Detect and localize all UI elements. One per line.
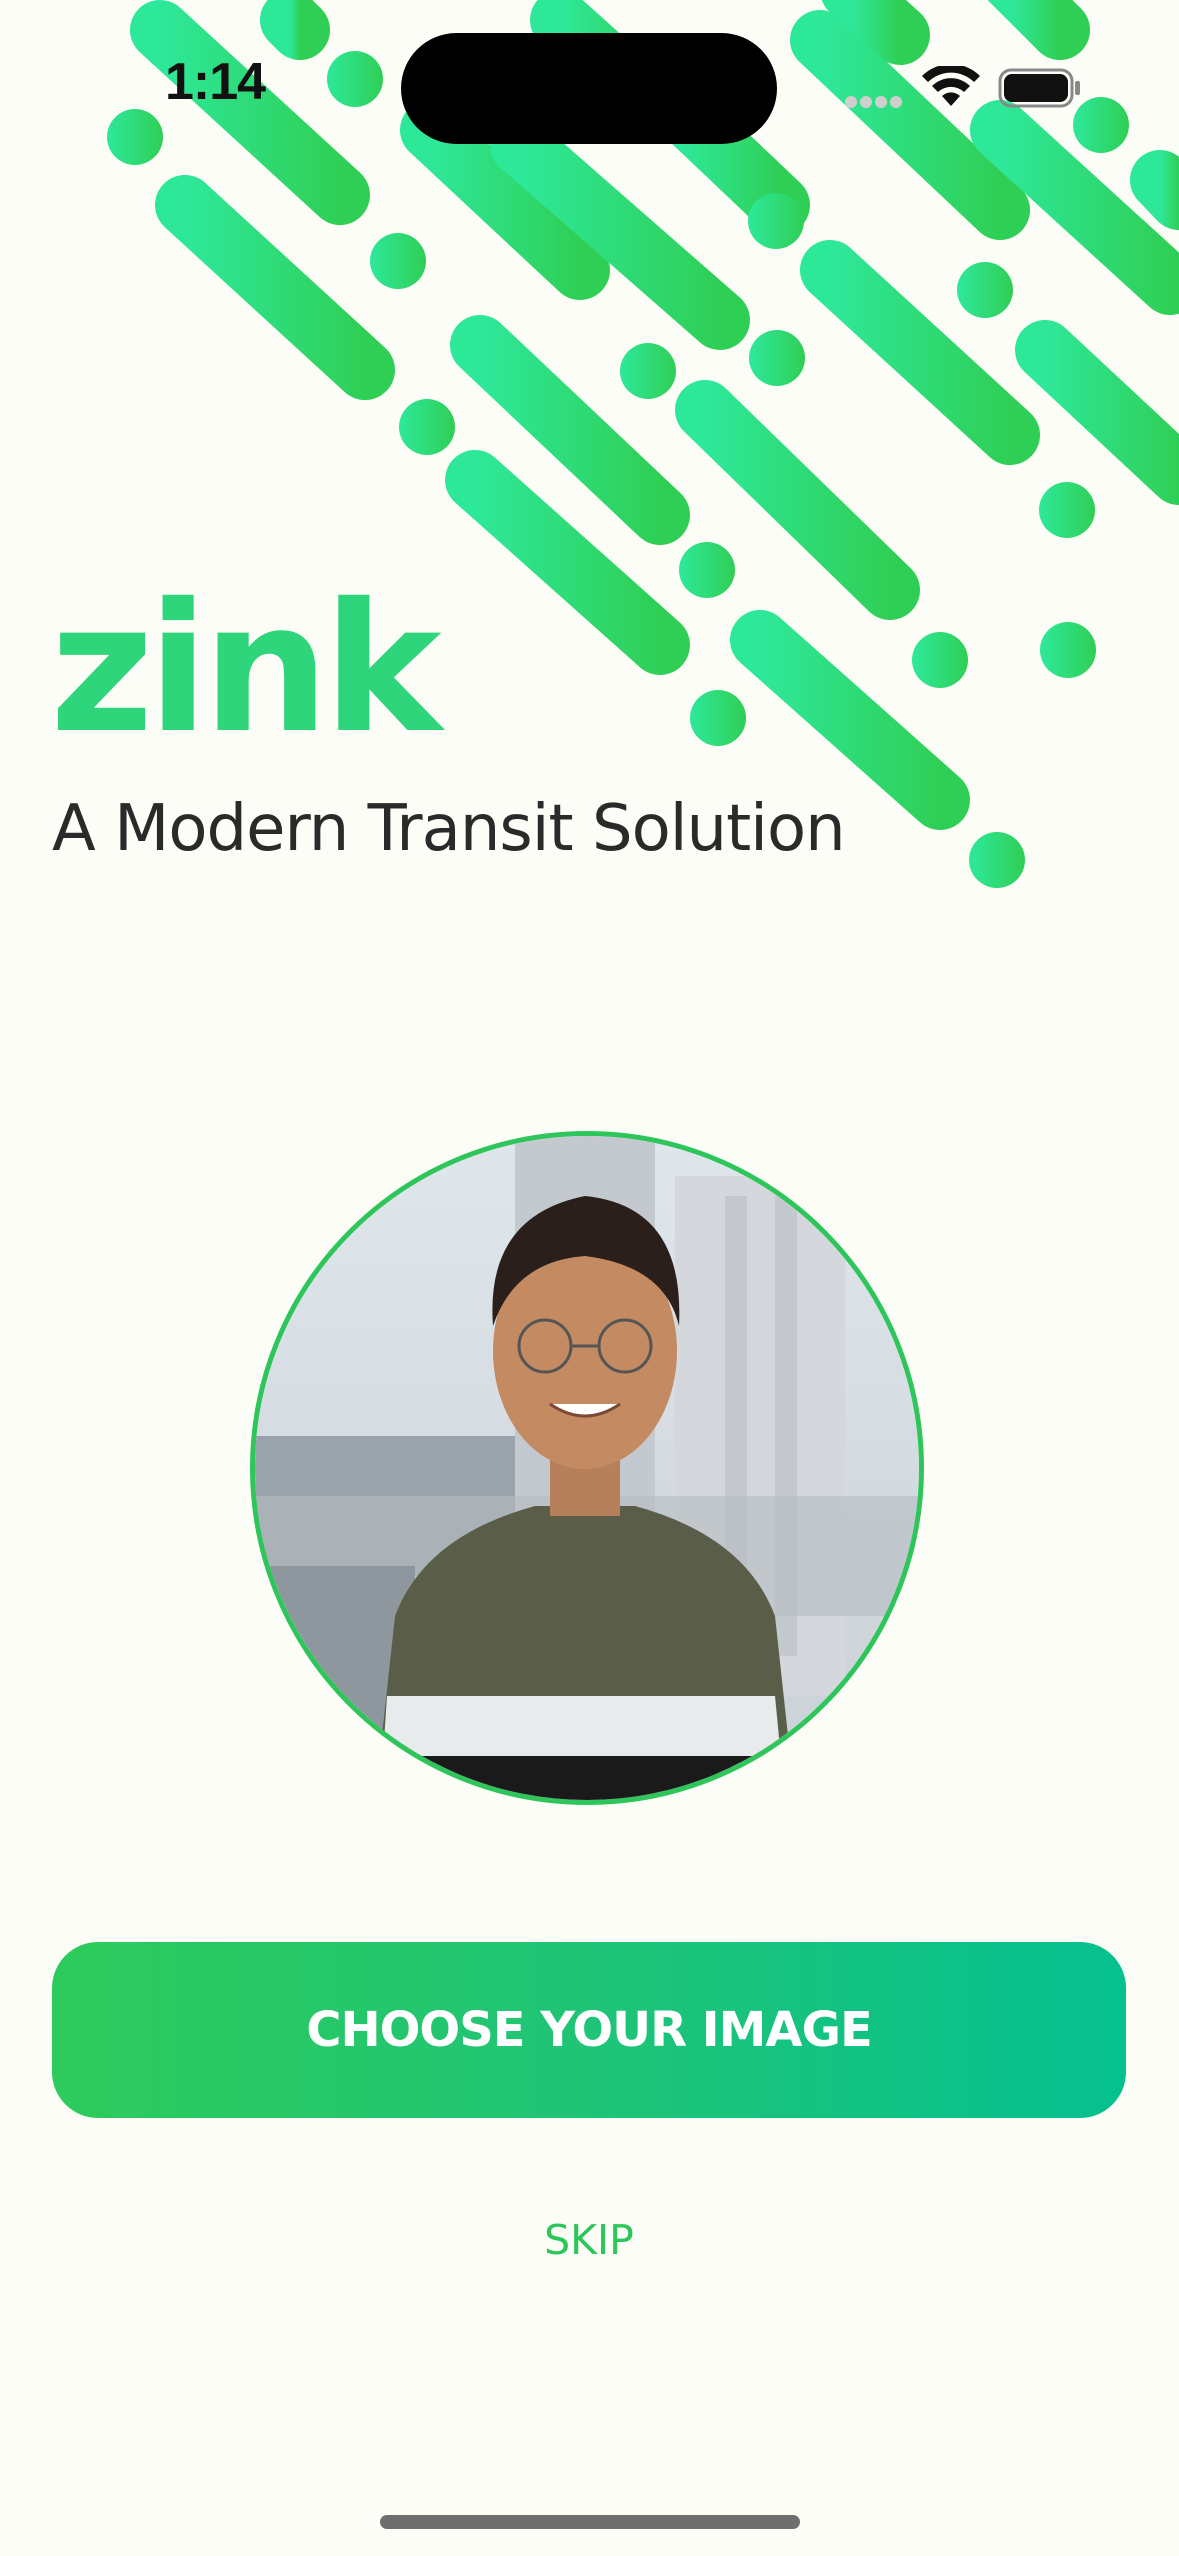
- skip-link[interactable]: SKIP: [489, 2205, 689, 2275]
- profile-photo: [255, 1136, 919, 1800]
- app-logo: zink: [50, 565, 442, 772]
- status-time: 1:14: [165, 53, 266, 111]
- profile-image[interactable]: [250, 1131, 924, 1805]
- home-indicator[interactable]: [380, 2515, 800, 2529]
- choose-image-button[interactable]: CHOOSE YOUR IMAGE: [52, 1942, 1126, 2118]
- battery-icon: [998, 68, 1080, 108]
- wifi-icon: [922, 66, 980, 106]
- dynamic-island: [401, 33, 777, 144]
- tagline: A Modern Transit Solution: [52, 792, 846, 866]
- cellular-signal-icon: [845, 95, 905, 113]
- status-bar: 1:14: [0, 0, 1179, 170]
